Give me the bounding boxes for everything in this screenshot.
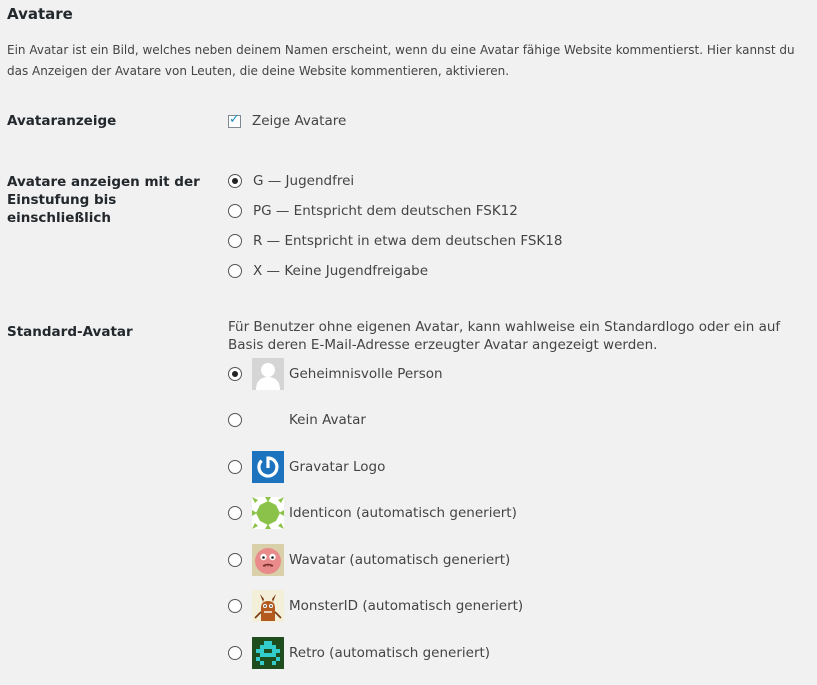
rating-option-label: G — Jugendfrei	[253, 173, 355, 189]
section-title: Avatare	[7, 5, 73, 23]
avatar-radio-wavatar[interactable]	[228, 553, 242, 567]
avatar-radio-monsterid[interactable]	[228, 599, 242, 613]
show-avatars-option[interactable]: ✓ Zeige Avatare	[228, 112, 346, 130]
avatar-option-wavatar[interactable]: Wavatar (automatisch generiert)	[228, 544, 510, 576]
rating-option-label: R — Entspricht in etwa dem deutschen FSK…	[253, 233, 563, 249]
avatar-option-label: Kein Avatar	[289, 412, 366, 428]
rating-option-pg[interactable]: PG — Entspricht dem deutschen FSK12	[228, 202, 518, 220]
avatar-option-monsterid[interactable]: MonsterID (automatisch generiert)	[228, 590, 523, 622]
avatar-option-blank[interactable]: Kein Avatar	[228, 404, 366, 436]
avatar-option-identicon[interactable]: Identicon (automatisch generiert)	[228, 497, 517, 529]
avatar-option-label: Gravatar Logo	[289, 459, 386, 475]
show-avatars-label: Zeige Avatare	[252, 113, 347, 129]
avatar-radio-blank[interactable]	[228, 413, 242, 427]
wavatar-icon	[252, 544, 284, 576]
avatar-option-label: Retro (automatisch generiert)	[289, 645, 491, 661]
checkmark-icon: ✓	[229, 111, 240, 127]
rating-label: Avatare anzeigen mit der Einstufung bis …	[7, 174, 200, 226]
avatar-option-mystery[interactable]: Geheimnisvolle Person	[228, 358, 443, 390]
rating-radio-r[interactable]	[228, 234, 242, 248]
avatar-radio-mystery[interactable]	[228, 367, 242, 381]
avatar-option-gravatar[interactable]: Gravatar Logo	[228, 451, 385, 483]
identicon-icon	[252, 497, 284, 529]
avatar-display-label: Avataranzeige	[7, 113, 117, 129]
default-avatar-label: Standard-Avatar	[7, 324, 133, 340]
rating-radio-g[interactable]	[228, 174, 242, 188]
rating-radio-pg[interactable]	[228, 204, 242, 218]
rating-option-x[interactable]: X — Keine Jugendfreigabe	[228, 262, 428, 280]
avatar-option-retro[interactable]: Retro (automatisch generiert)	[228, 637, 490, 669]
rating-radio-x[interactable]	[228, 264, 242, 278]
avatar-option-label: Geheimnisvolle Person	[289, 366, 443, 382]
rating-option-g[interactable]: G — Jugendfrei	[228, 172, 354, 190]
avatar-option-label: MonsterID (automatisch generiert)	[289, 598, 524, 614]
avatar-option-label: Identicon (automatisch generiert)	[289, 505, 517, 521]
avatar-radio-gravatar[interactable]	[228, 460, 242, 474]
show-avatars-checkbox[interactable]: ✓	[228, 112, 241, 128]
avatar-radio-retro[interactable]	[228, 646, 242, 660]
section-intro: Ein Avatar ist ein Bild, welches neben d…	[7, 43, 795, 78]
retro-icon	[252, 637, 284, 669]
monsterid-icon	[252, 590, 284, 622]
avatar-option-label: Wavatar (automatisch generiert)	[289, 552, 511, 568]
rating-option-r[interactable]: R — Entspricht in etwa dem deutschen FSK…	[228, 232, 562, 250]
avatar-radio-identicon[interactable]	[228, 506, 242, 520]
rating-option-label: X — Keine Jugendfreigabe	[253, 263, 429, 279]
blank-icon	[252, 404, 284, 436]
mystery-person-icon	[252, 358, 284, 390]
rating-option-label: PG — Entspricht dem deutschen FSK12	[253, 203, 518, 219]
gravatar-logo-icon	[252, 451, 284, 483]
default-avatar-description: Für Benutzer ohne eigenen Avatar, kann w…	[228, 319, 781, 353]
